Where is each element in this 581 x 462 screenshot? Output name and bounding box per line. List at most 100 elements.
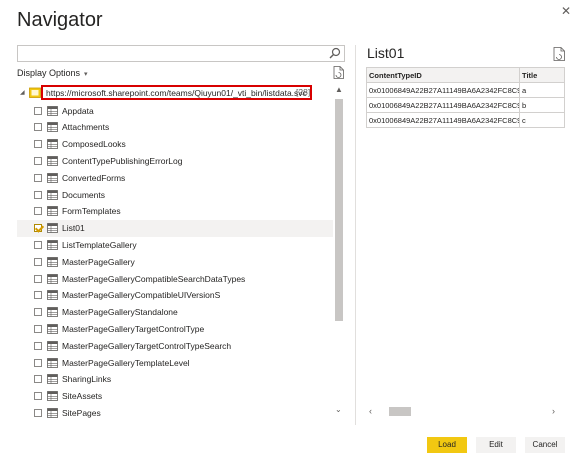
cancel-button[interactable]: Cancel [525,437,565,453]
table-icon [47,139,58,149]
checkbox[interactable] [34,291,42,300]
table-icon [47,340,58,351]
root-url: https://microsoft.sharepoint.com/teams/Q… [41,85,312,100]
tree-item-label: MasterPageGalleryCompatibleSearchDataTyp… [62,273,246,284]
table-cell: a [519,82,565,98]
table-icon [47,206,58,217]
checkbox[interactable] [34,207,42,216]
display-options-label: Display Options [17,68,81,78]
checkbox[interactable] [34,224,42,233]
tree-item[interactable]: MasterPageGalleryTargetControlType [17,321,333,338]
preview-horizontal-scrollbar[interactable]: ‹ › [367,406,565,417]
checkbox[interactable] [34,123,42,132]
scroll-up-icon[interactable]: ▲ [335,85,343,94]
checkbox[interactable] [34,240,42,249]
tree-item-label: MasterPageGalleryTargetControlType [62,323,205,334]
tree-item[interactable]: SitePages [17,405,333,420]
checkbox[interactable] [34,408,42,417]
tree-item-label: ContentTypePublishingErrorLog [62,155,183,166]
table-cell: 0x01006849A22B27A11149BA6A2342FC8C97... [366,97,520,113]
table-row: 0x01006849A22B27A11149BA6A2342FC8C97... … [366,112,565,128]
checkbox[interactable] [34,392,42,401]
checkbox[interactable] [34,140,42,149]
checkbox[interactable] [34,358,42,367]
close-icon[interactable]: ✕ [561,4,571,18]
tree-item[interactable]: MasterPageGalleryStandalone [17,304,333,321]
table-row: 0x01006849A22B27A11149BA6A2342FC8C97... … [366,82,565,98]
column-header[interactable]: Title [519,67,565,83]
checkbox[interactable] [34,190,42,199]
tree-item-label: SiteAssets [62,391,103,402]
table-header-row: ContentTypeID Title [366,67,565,83]
tree-item-label: List01 [62,223,85,234]
edit-button[interactable]: Edit [476,437,516,453]
checkbox[interactable] [34,341,42,350]
scroll-left-icon[interactable]: ‹ [369,406,372,416]
preview-title: List01 [367,45,405,61]
checkbox[interactable] [34,324,42,333]
folder-icon [29,87,41,98]
chevron-down-icon: ▾ [84,71,88,78]
scroll-down-icon[interactable]: ⌄ [335,405,342,414]
display-options-dropdown[interactable]: Display Options ▾ [17,68,88,78]
tree-item[interactable]: MasterPageGalleryCompatibleUIVersionS [17,287,333,304]
tree-item[interactable]: ContentTypePublishingErrorLog [17,153,333,170]
table-cell: 0x01006849A22B27A11149BA6A2342FC8C97... [366,82,520,98]
refresh-document-icon[interactable] [333,66,344,79]
tree-item-label: Documents [62,189,105,200]
tree-item[interactable]: SharingLinks [17,371,333,388]
table-icon [47,256,58,267]
tree-scrollbar[interactable]: ▲ ⌄ [333,85,344,414]
table-icon [47,407,58,418]
load-button[interactable]: Load [427,437,467,453]
tree-item-label: ListTemplateGallery [62,239,137,250]
tree-item-label: ConvertedForms [62,172,126,183]
tree-item[interactable]: FormTemplates [17,203,333,220]
checkbox[interactable] [34,375,42,384]
tree-item[interactable]: ListTemplateGallery [17,237,333,254]
table-icon [47,290,58,301]
checkbox[interactable] [34,308,42,317]
tree-item[interactable]: MasterPageGallery [17,254,333,271]
tree-item[interactable]: Attachments [17,119,333,136]
scroll-right-icon[interactable]: › [552,406,555,416]
tree-item[interactable]: Documents [17,187,333,204]
tree-root[interactable]: ◢ https://microsoft.sharepoint.com/teams… [17,85,333,102]
table-icon [47,189,58,200]
refresh-document-icon[interactable] [553,47,565,61]
search-icon[interactable] [329,47,341,59]
tree-item[interactable]: MasterPageGalleryCompatibleSearchDataTyp… [17,271,333,288]
expand-triangle-icon[interactable]: ◢ [20,89,25,96]
preview-table: ContentTypeID Title 0x01006849A22B27A111… [366,67,565,128]
tree-item[interactable]: MasterPageGalleryTemplateLevel [17,355,333,372]
tree-item-label: FormTemplates [62,206,121,217]
tree-item-label: MasterPageGalleryStandalone [62,307,178,318]
table-cell: b [519,97,565,113]
checkbox[interactable] [34,274,42,283]
table-cell: c [519,112,565,128]
table-icon [47,323,58,334]
tree-item[interactable]: Appdata [17,103,333,120]
checkbox[interactable] [34,106,42,115]
scrollbar-thumb[interactable] [335,99,343,321]
tree-item-label: MasterPageGalleryTargetControlTypeSearch [62,340,232,351]
tree-item[interactable]: ComposedLooks [17,136,333,153]
checkbox[interactable] [34,156,42,165]
tree-item[interactable]: ConvertedForms [17,170,333,187]
dialog-title: Navigator [17,9,103,31]
search-input[interactable] [17,45,345,62]
navigator-tree: ◢ https://microsoft.sharepoint.com/teams… [17,85,333,420]
tree-item[interactable]: SiteAssets [17,388,333,405]
column-header[interactable]: ContentTypeID [366,67,520,83]
checkbox[interactable] [34,173,42,182]
tree-item[interactable]: MasterPageGalleryTargetControlTypeSearch [17,338,333,355]
table-icon [47,357,58,368]
tree-item-label: MasterPageGalleryCompatibleUIVersionS [62,290,221,301]
table-icon [47,155,58,166]
root-item-count: [28] [296,87,311,97]
table-icon [47,391,58,401]
tree-item-label: ComposedLooks [62,139,126,150]
scrollbar-thumb[interactable] [389,407,411,416]
tree-item[interactable]: List01 [17,220,333,237]
checkbox[interactable] [34,257,42,266]
